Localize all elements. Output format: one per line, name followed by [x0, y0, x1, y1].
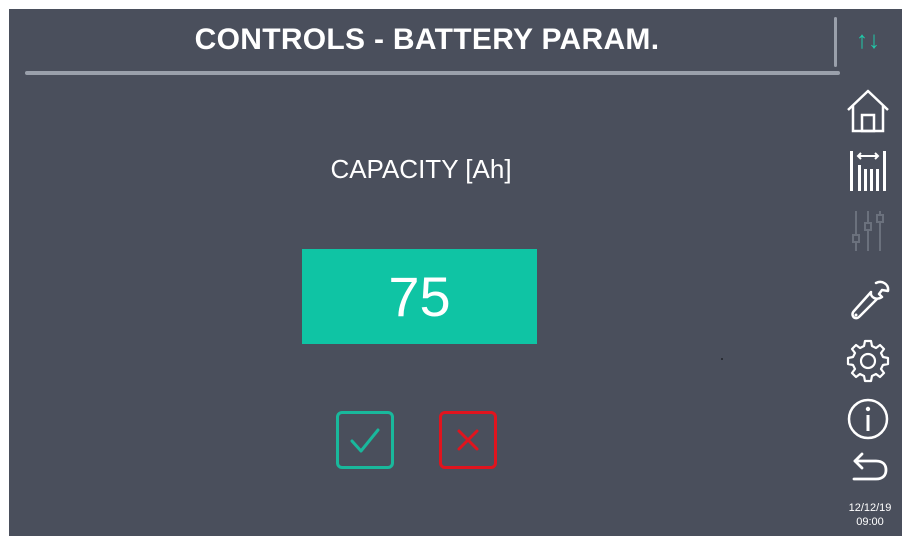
back-button[interactable] [842, 443, 894, 495]
wrench-icon [851, 280, 890, 320]
info-button[interactable] [842, 393, 894, 445]
sliders-icon [852, 211, 884, 251]
home-icon [847, 89, 889, 133]
settings-button[interactable] [842, 335, 894, 387]
page-title: CONTROLS - BATTERY PARAM. [194, 23, 660, 56]
cancel-button[interactable] [439, 411, 497, 469]
controls-button[interactable] [842, 205, 894, 257]
header-divider [834, 17, 837, 67]
title-underline [25, 71, 840, 75]
hmi-screen: CONTROLS - BATTERY PARAM. ↑↓ CAPACITY [A… [9, 9, 902, 536]
x-icon [457, 429, 479, 451]
gear-icon [846, 339, 890, 383]
capacity-label: CAPACITY [Ah] [330, 154, 512, 184]
confirm-button[interactable] [336, 411, 394, 469]
measurements-button[interactable] [842, 145, 894, 197]
battery-bars-icon [850, 151, 886, 191]
capacity-value-field[interactable]: 75 [302, 249, 537, 344]
up-down-arrows-icon[interactable]: ↑↓ [842, 23, 894, 59]
time-text: 09:00 [856, 516, 884, 528]
datetime-display: 12/12/19 09:00 [837, 501, 902, 529]
date-text: 12/12/19 [848, 502, 892, 514]
screen-speck [721, 358, 723, 360]
back-icon [852, 452, 888, 481]
info-icon [847, 398, 889, 440]
home-button[interactable] [842, 85, 894, 137]
service-button[interactable] [842, 275, 894, 327]
check-icon [350, 428, 380, 453]
